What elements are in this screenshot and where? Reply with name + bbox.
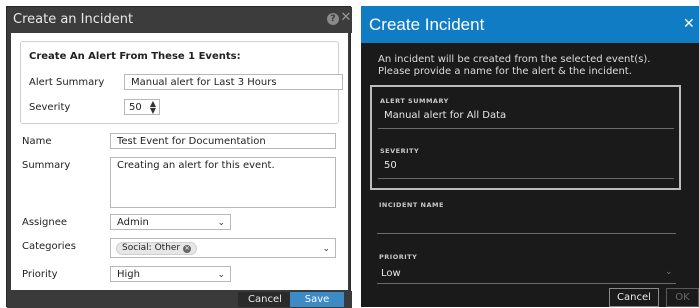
dialog-title: Create an Incident [13,12,134,27]
alert-group-title: Create An Alert From These 1 Events: [29,51,241,62]
close-icon[interactable]: ✕ [340,11,352,25]
priority-label: Priority [22,269,58,280]
create-an-incident-dialog: Create an Incident ? ✕ Create An Alert F… [6,6,352,308]
close-icon[interactable]: ✕ [683,16,695,32]
incident-name-label: INCIDENT NAME [379,201,444,209]
name-label: Name [22,136,52,147]
dialog-footer: Cancel Save [7,291,352,308]
dialog-body: Create An Alert From These 1 Events: Ale… [11,33,348,290]
category-chip: Social: Other ✕ [116,242,198,255]
alert-summary-input[interactable]: Manual alert for Last 3 Hours [124,74,343,90]
priority-label: PRIORITY [379,253,418,261]
save-button[interactable]: Save [290,292,344,307]
severity-value[interactable]: 50 [384,160,397,171]
alert-group: Create An Alert From These 1 Events: Ale… [20,41,343,124]
alert-summary-value: Manual alert for Last 3 Hours [131,77,277,88]
alert-summary-label: Alert Summary [29,77,105,88]
priority-select[interactable]: High ⌄ [110,266,231,282]
chevron-down-icon: ⌄ [217,270,225,280]
assignee-value: Admin [117,217,149,228]
help-icon[interactable]: ? [327,13,339,25]
priority-underline [377,283,676,284]
summary-label: Summary [22,160,71,171]
create-incident-dialog: Create Incident ✕ An incident will be cr… [361,6,699,307]
severity-value: 50 [129,102,142,113]
name-input[interactable]: Test Event for Documentation [110,133,336,149]
alert-summary-label: ALERT SUMMARY [380,97,449,105]
incident-name-underline [377,233,676,234]
categories-label: Categories [22,241,76,252]
categories-select[interactable]: Social: Other ✕ ⌄ [110,238,336,258]
assignee-label: Assignee [22,217,68,228]
chevron-down-icon: ⌄ [217,218,225,228]
severity-stepper[interactable]: 50 ▲ ▼ [124,99,160,115]
alert-summary-underline [378,128,674,129]
summary-textarea[interactable]: Creating an alert for this event. [110,157,336,208]
severity-label: Severity [29,102,71,113]
chevron-down-icon[interactable]: ⌄ [665,267,673,277]
category-chip-label: Social: Other [122,243,181,253]
ok-button[interactable]: OK [666,288,699,307]
cancel-button[interactable]: Cancel [609,288,659,307]
summary-value: Creating an alert for this event. [117,160,275,171]
dialog-title: Create Incident [369,15,485,34]
severity-label: SEVERITY [380,147,420,155]
priority-value: High [117,269,140,280]
dialog-description: An incident will be created from the sel… [378,54,651,77]
cancel-button[interactable]: Cancel [238,292,292,307]
dialog-title-bar: Create an Incident ? ✕ [7,7,352,33]
alert-summary-value[interactable]: Manual alert for All Data [384,110,506,121]
assignee-select[interactable]: Admin ⌄ [110,214,231,230]
name-value: Test Event for Documentation [117,136,266,147]
priority-value[interactable]: Low [381,268,401,279]
dialog-title-bar: Create Incident ✕ [361,6,699,43]
remove-chip-icon[interactable]: ✕ [183,245,192,253]
alert-box: ALERT SUMMARY Manual alert for All Data … [370,85,681,190]
severity-underline [378,178,674,179]
chevron-down-icon: ⌄ [322,244,330,254]
stepper-arrows-icon[interactable]: ▲ ▼ [150,100,156,115]
